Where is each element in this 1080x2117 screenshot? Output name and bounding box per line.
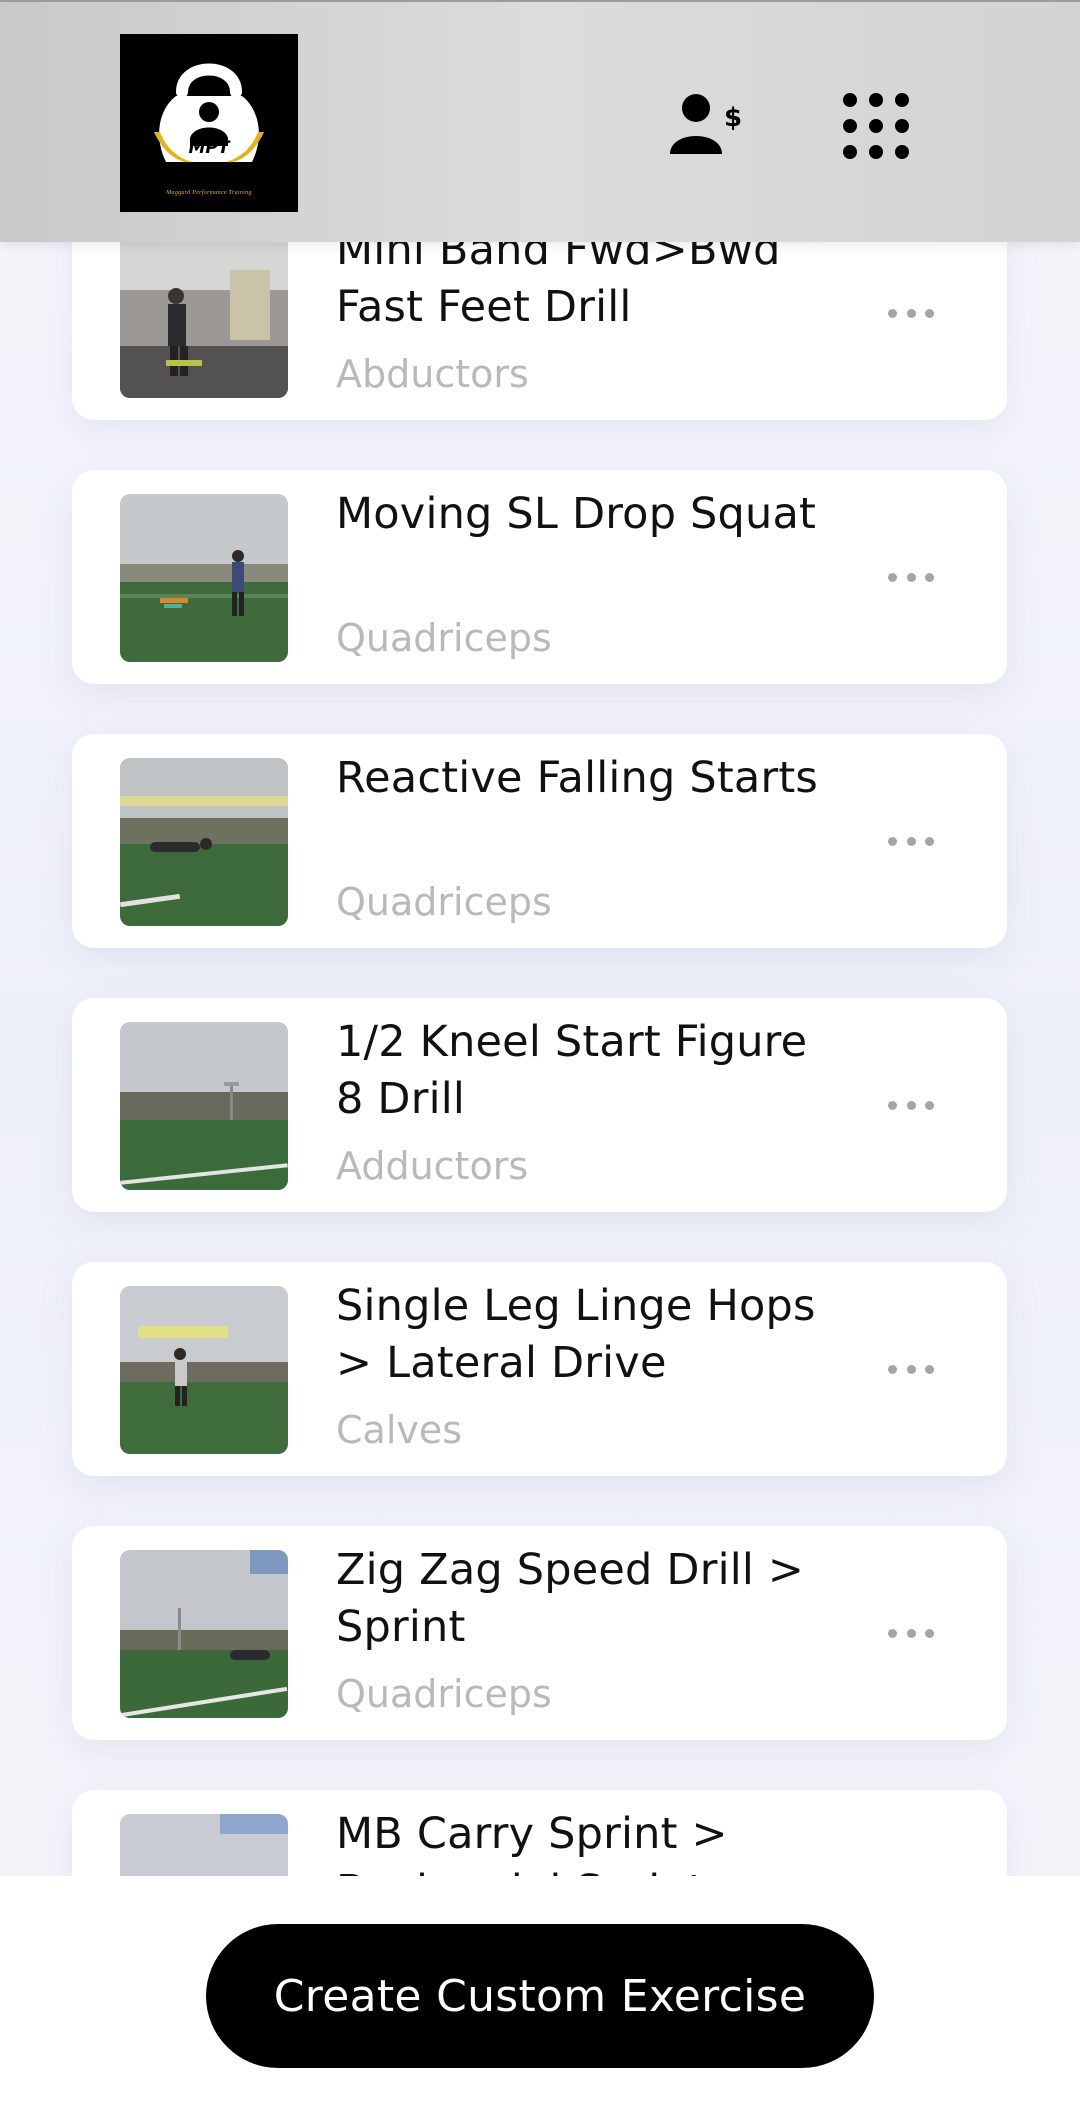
create-custom-exercise-button[interactable]: Create Custom Exercise xyxy=(206,1924,874,2068)
logo-wordmark: MPT xyxy=(188,138,230,158)
exercise-thumbnail xyxy=(120,1022,288,1190)
logo-tagline: Maggard Performance Training xyxy=(166,190,252,196)
exercise-card[interactable]: Single Leg Linge Hops > Lateral Drive Ca… xyxy=(72,1262,1007,1476)
exercise-list[interactable]: Mini Band Fwd>Bwd Fast Feet Drill Abduct… xyxy=(0,0,1080,1876)
exercise-card[interactable]: 1/2 Kneel Start Figure 8 Drill Adductors xyxy=(72,998,1007,1212)
exercise-thumbnail xyxy=(120,758,288,926)
exercise-title: 1/2 Kneel Start Figure 8 Drill xyxy=(336,1017,808,1124)
svg-text:$: $ xyxy=(724,103,742,133)
exercise-muscle: Adductors xyxy=(336,1144,529,1188)
kettlebell-logo-icon xyxy=(154,63,264,163)
exercise-card[interactable]: Reactive Falling Starts Quadriceps xyxy=(72,734,1007,948)
app-logo[interactable]: MPT Maggard Performance Training xyxy=(120,34,298,212)
user-dollar-icon[interactable]: $ xyxy=(666,86,746,166)
exercise-title: MB Carry Sprint > Backpedal Sprint xyxy=(336,1809,728,1876)
ellipsis-icon[interactable] xyxy=(888,828,934,854)
ellipsis-icon[interactable] xyxy=(888,300,934,326)
exercise-muscle: Abductors xyxy=(336,352,529,396)
grid-menu-icon[interactable] xyxy=(836,86,916,166)
ellipsis-icon[interactable] xyxy=(888,1356,934,1382)
app-header: MPT Maggard Performance Training $ xyxy=(0,0,1080,242)
bottom-action-bar: Create Custom Exercise xyxy=(0,1876,1080,2117)
exercise-thumbnail xyxy=(120,1286,288,1454)
exercise-title: Single Leg Linge Hops > Lateral Drive xyxy=(336,1281,816,1388)
ellipsis-icon[interactable] xyxy=(888,1092,934,1118)
exercise-muscle: Calves xyxy=(336,1408,463,1452)
exercise-thumbnail xyxy=(120,1814,288,1876)
ellipsis-icon[interactable] xyxy=(888,1620,934,1646)
exercise-card[interactable]: Moving SL Drop Squat Quadriceps xyxy=(72,470,1007,684)
exercise-title: Moving SL Drop Squat xyxy=(336,489,817,539)
exercise-library-screen: Mini Band Fwd>Bwd Fast Feet Drill Abduct… xyxy=(0,0,1080,2117)
exercise-title: Reactive Falling Starts xyxy=(336,753,819,803)
exercise-thumbnail xyxy=(120,1550,288,1718)
ellipsis-icon[interactable] xyxy=(888,564,934,590)
exercise-muscle: Quadriceps xyxy=(336,880,552,924)
exercise-thumbnail xyxy=(120,494,288,662)
exercise-muscle: Quadriceps xyxy=(336,616,552,660)
exercise-title: Zig Zag Speed Drill > Sprint xyxy=(336,1545,805,1652)
exercise-card[interactable]: MB Carry Sprint > Backpedal Sprint xyxy=(72,1790,1007,1876)
exercise-card[interactable]: Zig Zag Speed Drill > Sprint Quadriceps xyxy=(72,1526,1007,1740)
exercise-thumbnail xyxy=(120,230,288,398)
exercise-muscle: Quadriceps xyxy=(336,1672,552,1716)
